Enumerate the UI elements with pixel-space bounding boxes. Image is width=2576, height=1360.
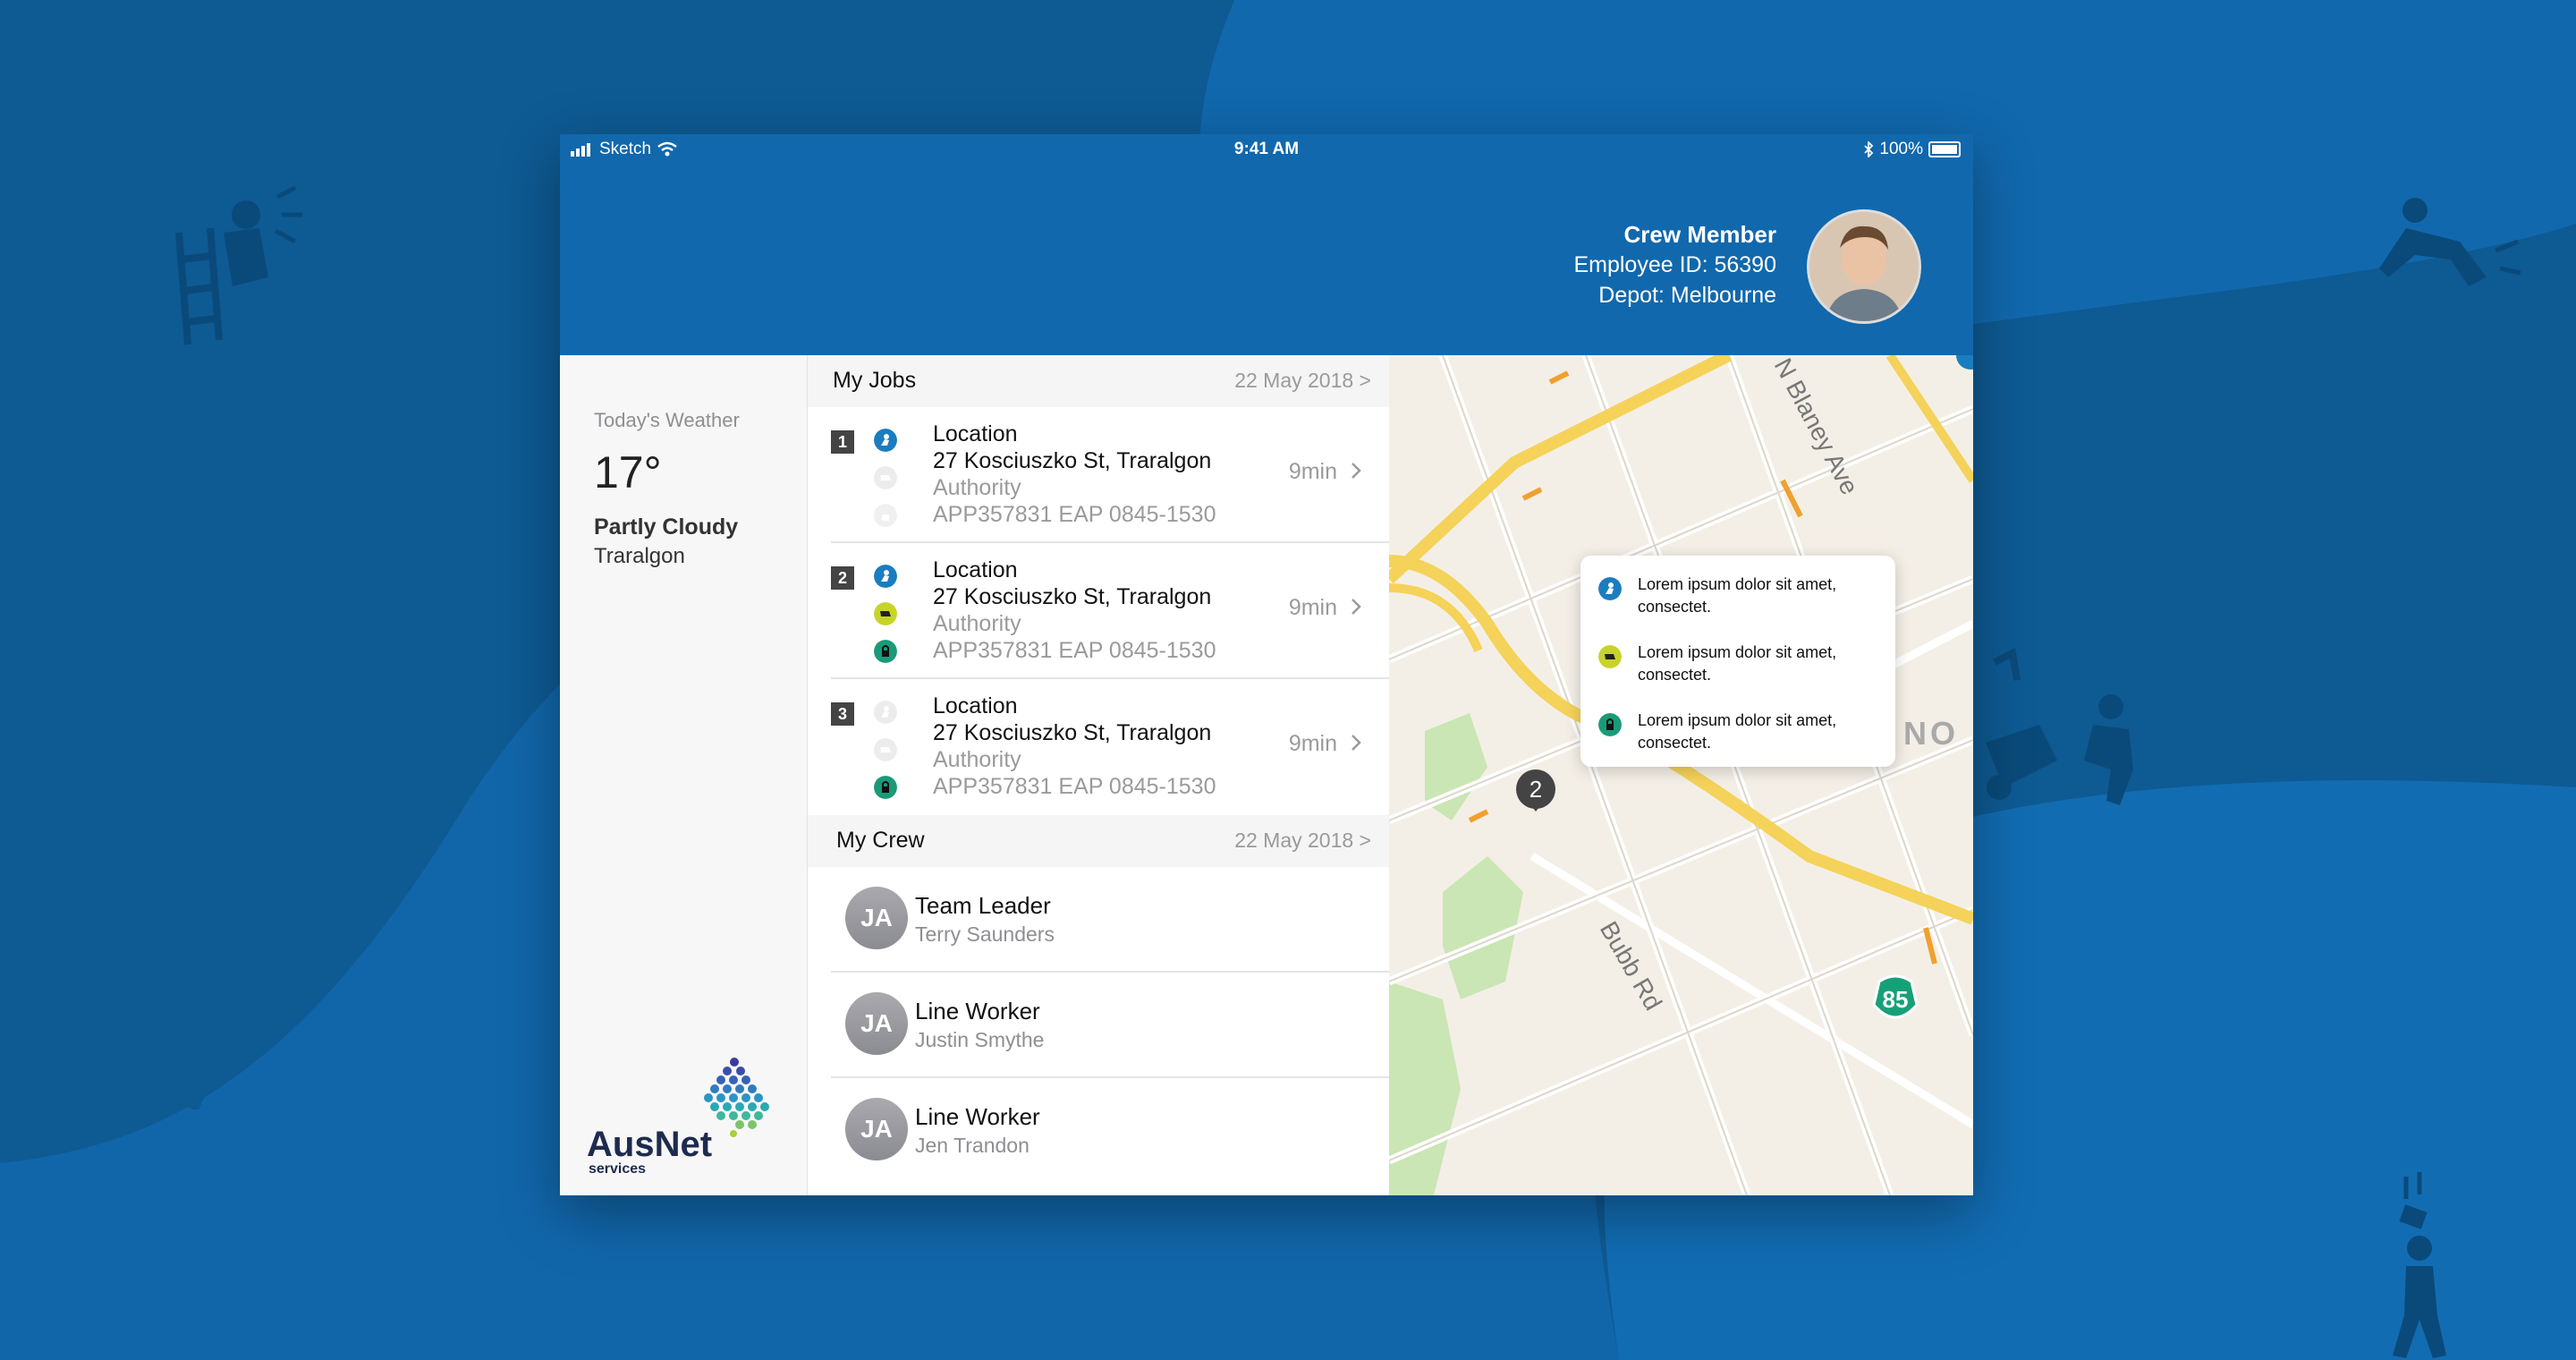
job-row[interactable]: 2 Location 27 Kosciuszko St, Traralgon A… (808, 543, 1389, 679)
worker-icon (874, 565, 897, 588)
weather-label: Today's Weather (594, 409, 740, 431)
my-jobs-title: My Jobs (833, 368, 917, 393)
chevron-right-icon (1352, 599, 1361, 615)
ausnet-logo: AusNet services (587, 1058, 769, 1177)
job-title: Location (933, 557, 1018, 582)
job-address: 27 Kosciuszko St, Traralgon (933, 584, 1212, 609)
weather-condition: Partly Cloudy (594, 514, 739, 540)
dog-icon (874, 738, 897, 761)
vehicle-hazard-icon (1986, 648, 2133, 805)
map-popup: Lorem ipsum dolor sit amet, consectet. L… (1580, 556, 1895, 767)
person-photo-icon (1809, 212, 1919, 321)
dog-icon (1598, 645, 1622, 668)
job-title: Location (933, 693, 1018, 718)
map-view[interactable]: N Blaney Ave Bubb Rd NO 2 85 Lorem ipsum… (1389, 355, 1973, 1195)
dog-icon (874, 602, 897, 625)
worker-icon (1598, 577, 1622, 600)
battery-icon (1928, 141, 1961, 157)
job-row[interactable]: 1 Location 27 Kosciuszko St, Traralgon A… (808, 407, 1389, 543)
job-eta: 9min (1288, 595, 1337, 620)
crew-row[interactable]: JA Line Worker Justin Smythe (808, 973, 1389, 1078)
my-jobs-header: My Jobs 22 May 2018 > (808, 355, 1389, 407)
chevron-right-icon (1352, 463, 1361, 479)
job-app-code: APP357831 EAP 0845-1530 (933, 502, 1216, 527)
job-number: 3 (831, 702, 854, 726)
crew-name: Jen Trandon (915, 1134, 1030, 1157)
my-crew-title: My Crew (836, 828, 925, 853)
job-title: Location (933, 421, 1018, 446)
weather-temp: 17° (594, 447, 662, 497)
bluetooth-icon (1864, 141, 1874, 157)
avatar: JA (845, 887, 908, 949)
weather-sidebar: Today's Weather 17° Partly Cloudy Traral… (560, 355, 808, 1195)
app-header: Sketch 9:41 AM 100% Crew Member Employee… (560, 134, 1973, 355)
profile-avatar[interactable] (1807, 209, 1921, 324)
chevron-right-icon (1352, 735, 1361, 751)
popup-text: Lorem ipsum dolor sit amet, consectet. (1638, 575, 1837, 616)
job-app-code: APP357831 EAP 0845-1530 (933, 638, 1216, 663)
avatar: JA (845, 1098, 908, 1160)
ladder-hazard-icon (175, 185, 302, 345)
job-address: 27 Kosciuszko St, Traralgon (933, 448, 1212, 473)
crew-name: Justin Smythe (915, 1028, 1045, 1051)
trip-hazard-icon (108, 964, 210, 1109)
job-eta: 9min (1288, 731, 1337, 756)
crew-role: Team Leader (915, 892, 1051, 919)
highway-shield-icon: 85 (1872, 974, 1919, 1019)
popup-text: Lorem ipsum dolor sit amet, consectet. (1638, 643, 1837, 684)
crew-role: Line Worker (915, 1103, 1040, 1130)
falling-object-hazard-icon (2393, 1172, 2446, 1358)
depot: Depot: Melbourne (1598, 283, 1776, 308)
status-time: 9:41 AM (1233, 140, 1300, 158)
map-marker[interactable]: 2 (1516, 769, 1555, 812)
fall-hazard-icon (2379, 198, 2521, 286)
job-row[interactable]: 3 Location 27 Kosciuszko St, Traralgon A… (808, 679, 1389, 815)
worker-icon (874, 429, 897, 452)
crew-role: Line Worker (915, 998, 1040, 1024)
brand-sub: services (589, 1161, 646, 1177)
popup-text: Lorem ipsum dolor sit amet, consectet. (1638, 711, 1837, 752)
lock-icon (874, 776, 897, 799)
marker-number: 2 (1530, 776, 1542, 803)
jobs-crew-panel: My Jobs 22 May 2018 > 1 Location 27 Kosc… (808, 355, 1389, 1195)
profile-info: Crew Member Employee ID: 56390 Depot: Me… (1573, 219, 1776, 310)
status-bar: Sketch 9:41 AM 100% (560, 134, 1973, 163)
job-authority: Authority (933, 747, 1021, 772)
job-number: 2 (831, 566, 854, 590)
battery-percent: 100% (1879, 140, 1923, 158)
area-label: NO (1903, 715, 1959, 752)
crew-name: Terry Saunders (915, 922, 1055, 946)
job-app-code: APP357831 EAP 0845-1530 (933, 774, 1216, 799)
my-crew-header: My Crew 22 May 2018 > (808, 815, 1389, 867)
my-crew-date-link[interactable]: 22 May 2018 > (1234, 829, 1371, 853)
crew-row[interactable]: JA Team Leader Terry Saunders (808, 867, 1389, 973)
ipad-screen: Sketch 9:41 AM 100% Crew Member Employee… (560, 134, 1973, 1195)
lock-icon (874, 640, 897, 663)
crew-row[interactable]: JA Line Worker Jen Trandon (808, 1078, 1389, 1184)
job-address: 27 Kosciuszko St, Traralgon (933, 720, 1212, 745)
job-authority: Authority (933, 475, 1021, 500)
map-canvas: N Blaney Ave Bubb Rd NO 2 85 (1389, 355, 1973, 1195)
job-authority: Authority (933, 611, 1021, 636)
weather-city: Traralgon (594, 544, 685, 568)
job-number: 1 (831, 430, 854, 454)
lock-icon (1598, 713, 1622, 736)
worker-icon (874, 701, 897, 724)
brand-name: AusNet (587, 1125, 712, 1164)
job-eta: 9min (1288, 459, 1337, 484)
highway-number: 85 (1883, 986, 1909, 1013)
profile-role: Crew Member (1623, 221, 1777, 248)
employee-id: Employee ID: 56390 (1573, 252, 1776, 277)
lock-icon (874, 504, 897, 527)
dog-icon (874, 466, 897, 489)
avatar: JA (845, 992, 908, 1055)
my-jobs-date-link[interactable]: 22 May 2018 > (1234, 369, 1371, 393)
